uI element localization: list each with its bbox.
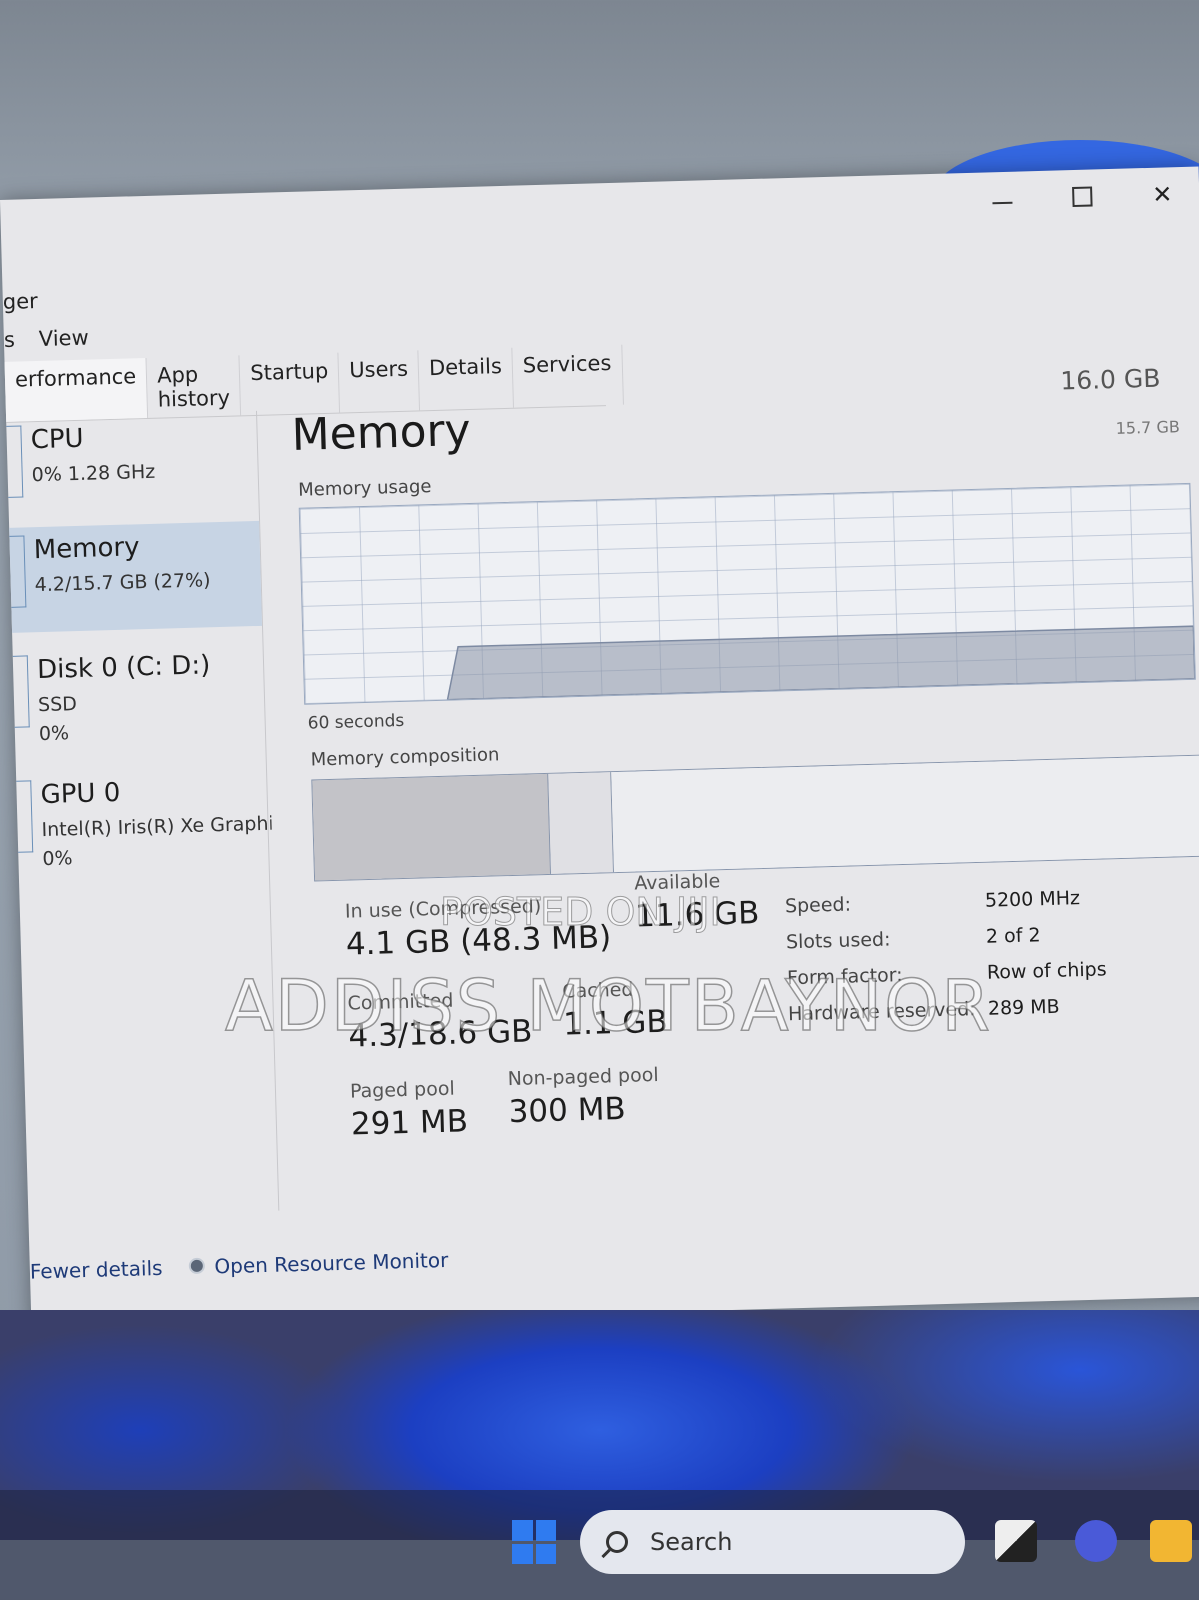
spec-value: 289 MB [987,995,1060,1020]
memory-usage-plot [446,625,1195,701]
windows-logo-icon [535,1520,556,1541]
stat-paged-pool: Paged pool 291 MB [349,1077,469,1143]
tab-details[interactable]: Details [418,347,514,411]
search-icon [606,1531,628,1553]
close-icon: ✕ [1151,180,1173,209]
minimize-icon [992,201,1013,205]
composition-standby-free [611,755,1199,873]
close-button[interactable]: ✕ [1145,177,1180,212]
taskbar: Search [0,1490,1199,1600]
memory-panel: Memory 16.0 GB Memory usage 15.7 GB 60 s… [290,364,1199,1230]
tab-app-history[interactable]: App history [146,355,242,418]
windows-logo-icon [512,1543,533,1564]
performance-sidebar: CPU 0% 1.28 GHz Memory 4.2/15.7 GB (27%)… [6,410,280,1218]
memory-usage-area [446,625,1195,701]
maximize-button[interactable] [1065,179,1100,214]
tab-users[interactable]: Users [338,350,421,413]
menu-item-view[interactable]: View [39,326,89,351]
file-explorer-icon[interactable] [1150,1520,1192,1562]
composition-in-use [312,773,552,881]
sidebar-item-gpu[interactable]: GPU 0 Intel(R) Iris(R) Xe Graphi 0% [16,766,273,878]
task-view-icon[interactable] [995,1520,1037,1562]
tab-startup[interactable]: Startup [239,352,341,416]
memory-composition-label: Memory composition [310,744,500,771]
sidebar-item-disk[interactable]: Disk 0 (C: D:) SSD 0% [12,641,266,753]
stat-value: 300 MB [508,1090,627,1131]
resource-monitor-icon [188,1257,205,1275]
stat-value: 291 MB [350,1103,469,1143]
spec-value: Row of chips [986,958,1107,984]
watermark-seller: ADDISS MOTBAYNOR [224,964,993,1048]
sidebar-item-title: CPU [30,423,84,456]
fewer-details-link[interactable]: Fewer details [30,1256,163,1284]
chat-icon[interactable] [1075,1520,1117,1562]
sidebar-item-detail: 4.2/15.7 GB (27%) [34,569,211,597]
gpu-mini-graph [16,780,34,853]
total-memory: 16.0 GB [1059,363,1161,396]
tab-services[interactable]: Services [512,344,624,408]
tab-performance[interactable]: erformance [4,357,149,422]
windows-logo-icon [535,1543,556,1564]
page-title: Memory [290,404,472,461]
composition-modified [548,772,615,874]
sidebar-item-detail: SSD 0% [38,685,270,749]
sidebar-item-title: Disk 0 (C: D:) [36,650,211,686]
sidebar-item-detail: Intel(R) Iris(R) Xe Graphi 0% [41,810,272,874]
spec-value: 2 of 2 [985,924,1041,948]
memory-usage-graph [298,482,1196,705]
sidebar-item-title: GPU 0 [40,777,121,811]
taskbar-search[interactable]: Search [580,1510,965,1574]
window-footer: Fewer details Open Resource Monitor [30,1248,449,1284]
minimize-button[interactable] [985,182,1020,217]
sidebar-item-detail: 0% 1.28 GHz [31,460,156,487]
cpu-mini-graph [6,425,24,498]
maximize-icon [1072,186,1093,208]
spec-key: Slots used: [785,928,891,954]
open-resource-monitor-link[interactable]: Open Resource Monitor [188,1247,449,1279]
stat-label: Paged pool [349,1077,455,1103]
disk-mini-graph [12,655,30,728]
memory-usage-label: Memory usage [297,476,432,501]
spec-key: Speed: [784,893,852,918]
window-controls: ✕ [985,177,1180,216]
graph-time-label: 60 seconds [307,710,405,734]
memory-composition-bar [311,754,1199,882]
watermark-posted: POSTED ON JIJI [440,890,722,935]
memory-mini-graph [9,535,27,608]
sidebar-item-cpu[interactable]: CPU 0% 1.28 GHz [6,411,259,523]
memory-usage-max: 15.7 GB [1115,417,1181,438]
app-title: ger [2,288,39,314]
menu-bar: s View [4,326,89,352]
stat-non-paged-pool: Non-paged pool 300 MB [507,1064,660,1130]
stat-label: Non-paged pool [507,1063,659,1091]
spec-value: 5200 MHz [984,887,1081,912]
task-manager-window: ✕ ger s View erformance App history Star… [0,166,1199,1330]
windows-logo-icon [512,1520,533,1541]
sidebar-item-memory[interactable]: Memory 4.2/15.7 GB (27%) [9,520,262,633]
start-button[interactable] [512,1520,556,1564]
sidebar-item-title: Memory [33,532,140,566]
menu-item-options[interactable]: s [4,328,16,352]
search-label: Search [650,1528,733,1556]
resource-monitor-label: Open Resource Monitor [214,1247,449,1279]
